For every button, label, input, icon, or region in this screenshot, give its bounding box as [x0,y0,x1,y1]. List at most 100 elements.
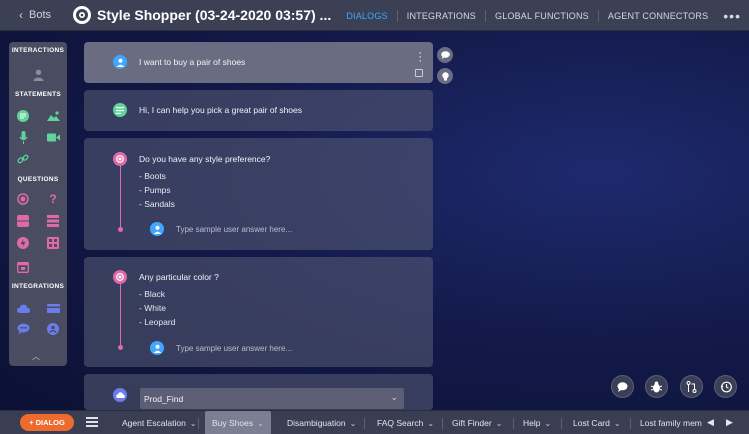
question-options: - Boots - Pumps - Sandals [139,169,175,211]
audio-statement-icon[interactable] [16,130,30,144]
history-button[interactable] [714,375,737,398]
question-options: - Black - White - Leopard [139,287,175,329]
question-connector-line [120,284,121,346]
list-question-icon[interactable] [16,214,30,228]
option-item[interactable]: - Pumps [139,183,175,197]
link-statement-icon[interactable] [16,152,30,166]
question-connector-line [120,166,121,228]
question-connector-dot [118,227,123,232]
dialog-tab-label: Buy Shoes [212,418,254,428]
chat-integration-icon[interactable] [16,322,30,336]
chat-preview-button[interactable] [611,375,634,398]
dialog-tab-faq-search[interactable]: FAQ Search ⌄ [377,411,434,434]
intent-icon[interactable] [437,68,453,84]
integration-select-value: Prod_Find [144,393,184,404]
question-prompt[interactable]: Do you have any style preference? [139,154,270,164]
bot-logo-icon [73,6,92,24]
back-to-bots-link[interactable]: ‹ Bots [19,8,51,22]
bottom-dialog-bar: + DIALOG Agent Escalation ⌄ Buy Shoes ⌄ Di… [0,410,749,434]
dialog-tab-label: Lost family mem [640,418,702,428]
tab-separator [513,418,514,429]
chevron-down-icon: ⌄ [613,418,621,428]
option-item[interactable]: - Sandals [139,197,175,211]
user-avatar-icon [150,341,164,355]
user-avatar-icon [113,55,127,69]
user-input-icon[interactable] [31,68,45,82]
open-question-icon[interactable]: ? [46,192,60,206]
palette-section-statements: STATEMENTS [14,91,62,98]
structured-question-icon[interactable] [46,236,60,250]
question-prompt[interactable]: Any particular color ? [139,272,219,282]
dialog-tab-disambiguation[interactable]: Disambiguation ⌄ [287,411,356,434]
chevron-down-icon: ⌄ [349,418,357,428]
tab-global-functions[interactable]: GLOBAL FUNCTIONS [486,9,599,22]
top-bar: ‹ Bots Style Shopper (03-24-2020 03:57) … [0,0,749,31]
question-connector-dot [118,345,123,350]
chevron-down-icon: ⌄ [495,418,503,428]
scroll-right-arrow-icon[interactable]: ▶ [726,417,733,428]
tab-dialogs[interactable]: DIALOGS [337,9,398,22]
tab-agent-connectors[interactable]: AGENT CONNECTORS [599,10,717,22]
sample-answer-input[interactable]: Type sample user answer here... [176,344,292,353]
question-card-style[interactable]: Do you have any style preference? - Boot… [84,138,433,250]
text-statement-icon[interactable] [16,109,30,123]
cloud-node-icon [113,388,127,402]
collapse-palette-button[interactable]: ︿ [32,351,40,362]
version-compare-button[interactable] [680,375,703,398]
user-avatar-icon [150,222,164,236]
card-expand-icon[interactable] [415,69,423,77]
dialog-tab-label: FAQ Search [377,418,424,428]
chevron-down-icon: ⌄ [544,418,552,428]
dialog-tab-label: Lost Card [573,418,610,428]
quick-reply-question-icon[interactable] [16,236,30,250]
option-item[interactable]: - Leopard [139,315,175,329]
add-dialog-button[interactable]: + DIALOG [20,414,74,431]
chevron-down-icon: ⌄ [390,392,398,402]
image-statement-icon[interactable] [46,109,60,123]
dialog-tab-agent-escalation[interactable]: Agent Escalation ⌄ [122,411,197,434]
question-node-icon [113,152,127,166]
debug-bug-button[interactable] [645,375,668,398]
card-menu-icon[interactable]: · · · [418,48,422,67]
top-nav: DIALOGS INTEGRATIONS GLOBAL FUNCTIONS AG… [337,0,741,31]
menu-icon[interactable] [86,417,98,429]
tab-separator [364,418,365,429]
option-item[interactable]: - White [139,301,175,315]
dialog-tab-gift-finder[interactable]: Gift Finder ⌄ [452,411,502,434]
date-question-icon[interactable] [16,260,30,274]
dialog-tab-lost-card[interactable]: Lost Card ⌄ [573,411,621,434]
dialog-tab-buy-shoes[interactable]: Buy Shoes ⌄ [205,411,271,434]
bot-statement-text[interactable]: Hi, I can help you pick a great pair of … [139,105,302,115]
palette-section-interactions: INTERACTIONS [11,47,65,54]
question-card-color[interactable]: Any particular color ? - Black - White -… [84,257,433,367]
chevron-left-icon: ‹ [19,8,23,22]
palette-section-questions: QUESTIONS [17,176,59,183]
sample-answer-input[interactable]: Type sample user answer here... [176,225,292,234]
question-node-icon [113,270,127,284]
chevron-down-icon: ⌄ [257,418,264,428]
agent-integration-icon[interactable] [46,322,60,336]
chevron-down-icon: ⌄ [427,418,435,428]
user-message-card[interactable]: I want to buy a pair of shoes · · · [84,42,433,83]
cloud-integration-icon[interactable] [16,301,30,315]
back-label: Bots [29,9,52,21]
user-message-text[interactable]: I want to buy a pair of shoes [139,57,245,67]
node-palette: INTERACTIONS STATEMENTS QUESTIONS ? INTE… [9,42,67,366]
bot-statement-card[interactable]: Hi, I can help you pick a great pair of … [84,90,433,131]
comment-icon[interactable] [437,47,453,63]
video-statement-icon[interactable] [46,130,60,144]
multiple-choice-question-icon[interactable] [46,214,60,228]
more-options-icon[interactable]: ••• [723,8,741,24]
tab-integrations[interactable]: INTEGRATIONS [398,9,486,22]
scroll-left-arrow-icon[interactable]: ◀ [707,417,714,428]
tab-separator [442,418,443,429]
payment-integration-icon[interactable] [46,301,60,315]
option-item[interactable]: - Black [139,287,175,301]
dialog-tab-lost-family-member[interactable]: Lost family mem [640,411,702,434]
single-choice-question-icon[interactable] [16,192,30,206]
bot-title: Style Shopper (03-24-2020 03:57) ... [97,7,332,23]
dialog-tab-label: Disambiguation [287,418,346,428]
dialog-tab-help[interactable]: Help ⌄ [523,411,551,434]
integration-select[interactable]: Prod_Find ⌄ [140,388,404,409]
option-item[interactable]: - Boots [139,169,175,183]
